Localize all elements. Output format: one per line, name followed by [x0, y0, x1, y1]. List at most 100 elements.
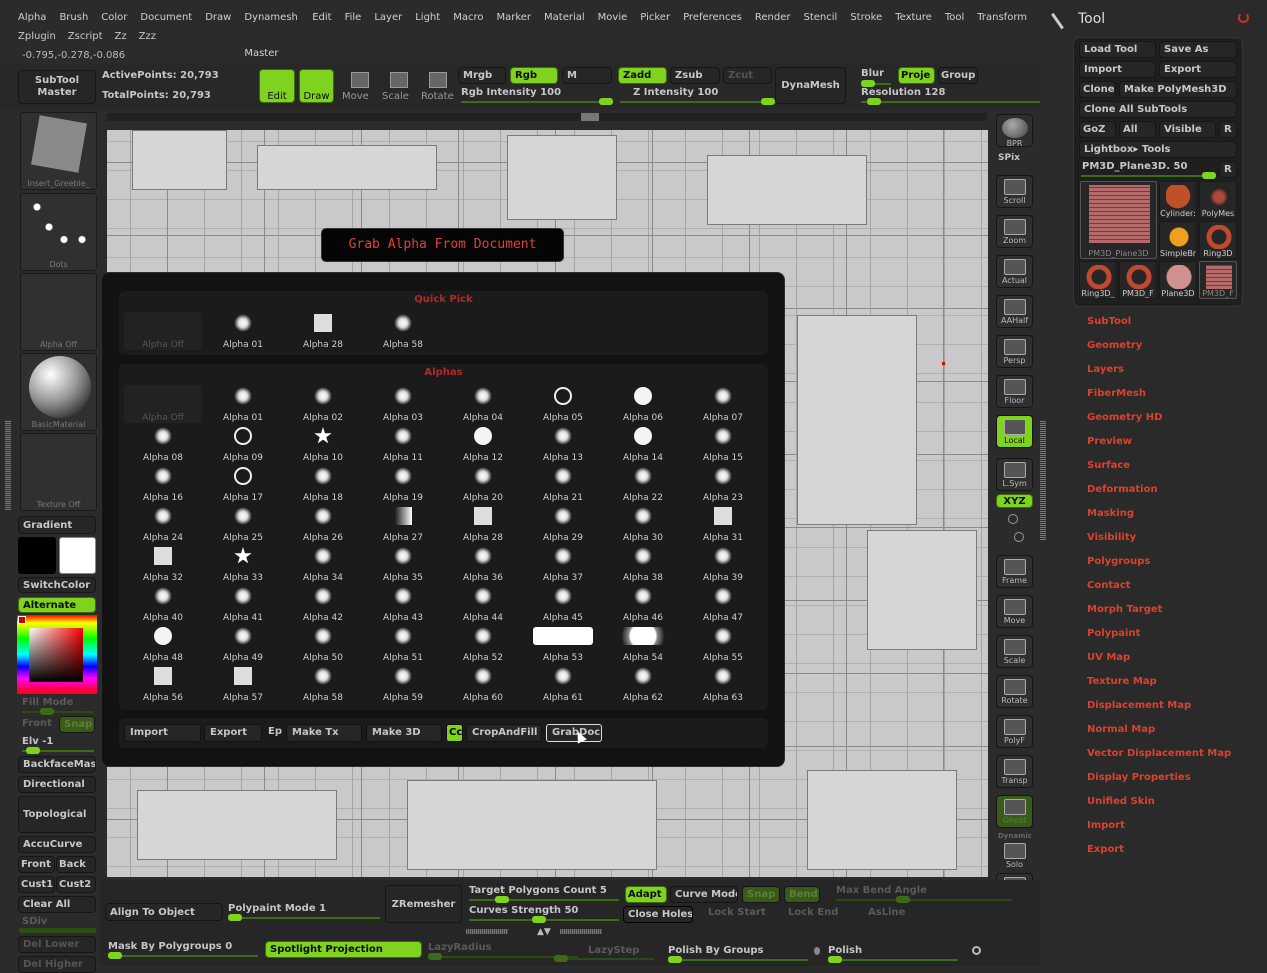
- color-picker[interactable]: [17, 615, 97, 694]
- quick-pick-alpha-28[interactable]: Alpha 28: [284, 312, 362, 350]
- zcut-button[interactable]: Zcut: [723, 67, 772, 84]
- zremesher-button[interactable]: ZRemesher: [385, 885, 462, 923]
- alpha-alpha-34[interactable]: Alpha 34: [284, 545, 362, 583]
- lock-start-button[interactable]: Lock Start: [708, 907, 766, 918]
- tool-section-layers[interactable]: Layers: [1087, 364, 1124, 375]
- shelf-resize-handle-right[interactable]: [560, 929, 602, 934]
- tool-thumbnail[interactable]: Ring3D: [1199, 221, 1237, 259]
- tool-section-preview[interactable]: Preview: [1087, 436, 1132, 447]
- close-holes-button[interactable]: Close Holes: [623, 906, 693, 923]
- color-saturation-square[interactable]: [29, 628, 83, 682]
- directional-button[interactable]: Directional: [18, 776, 96, 793]
- lazy-step-slider[interactable]: [554, 955, 654, 962]
- tool-section-geometry-hd[interactable]: Geometry HD: [1087, 412, 1162, 423]
- tool-section-vector-displacement-map[interactable]: Vector Displacement Map: [1087, 748, 1231, 759]
- alpha-alpha-32[interactable]: Alpha 32: [124, 545, 202, 583]
- curve-mode-button[interactable]: Curve Mode: [670, 886, 738, 903]
- goz-visible-button[interactable]: Visible: [1159, 121, 1216, 138]
- tool-thumbnail[interactable]: SimpleBr: [1159, 221, 1197, 259]
- tool-section-surface[interactable]: Surface: [1087, 460, 1130, 471]
- cust2-button[interactable]: Cust2: [56, 876, 96, 893]
- tool-r-button[interactable]: R: [1219, 161, 1237, 178]
- alpha-alpha-05[interactable]: Alpha 05: [524, 385, 602, 423]
- alpha-alpha-03[interactable]: Alpha 03: [364, 385, 442, 423]
- secondary-color-swatch[interactable]: [59, 537, 96, 574]
- menu-tool[interactable]: Tool: [945, 0, 964, 30]
- menu-texture[interactable]: Texture: [895, 0, 932, 30]
- alpha-alpha-23[interactable]: Alpha 23: [684, 465, 762, 503]
- alpha-alpha-25[interactable]: Alpha 25: [204, 505, 282, 543]
- bend-button[interactable]: Bend: [784, 886, 820, 903]
- scroll-button[interactable]: Scroll: [996, 175, 1033, 208]
- switch-color-button[interactable]: SwitchColor: [18, 577, 96, 593]
- clear-all-button[interactable]: Clear All: [18, 896, 96, 913]
- transp-button[interactable]: Transp: [996, 755, 1033, 788]
- actual-button[interactable]: Actual: [996, 255, 1033, 288]
- alpha-alpha-56[interactable]: Alpha 56: [124, 665, 202, 703]
- polish-by-groups-slider[interactable]: [668, 956, 808, 963]
- alpha-alpha-09[interactable]: Alpha 09: [204, 425, 282, 463]
- tool-thumbnail[interactable]: Plane3D: [1159, 261, 1197, 299]
- alpha-alpha-28[interactable]: Alpha 28: [444, 505, 522, 543]
- alpha-alpha-53[interactable]: Alpha 53: [524, 625, 602, 663]
- menu-zzz[interactable]: Zzz: [139, 31, 156, 42]
- alpha-alpha-40[interactable]: Alpha 40: [124, 585, 202, 623]
- alpha-alpha-02[interactable]: Alpha 02: [284, 385, 362, 423]
- tool-thumbnail[interactable]: Cylinder:: [1159, 181, 1197, 219]
- alpha-alpha-17[interactable]: Alpha 17: [204, 465, 282, 503]
- alpha-alpha-42[interactable]: Alpha 42: [284, 585, 362, 623]
- snap-curve-button[interactable]: Snap: [742, 886, 780, 903]
- clone-button[interactable]: Clone: [1079, 81, 1116, 98]
- alpha-alpha-51[interactable]: Alpha 51: [364, 625, 442, 663]
- rotate-button[interactable]: Rotate: [996, 675, 1033, 708]
- alpha-alpha-01[interactable]: Alpha 01: [204, 385, 282, 423]
- alpha-alpha-26[interactable]: Alpha 26: [284, 505, 362, 543]
- alpha-alpha-35[interactable]: Alpha 35: [364, 545, 442, 583]
- menu-alpha[interactable]: Alpha: [18, 0, 46, 30]
- scale-button[interactable]: Scale: [382, 91, 409, 102]
- persp-button[interactable]: Persp: [996, 335, 1033, 368]
- front-view-button[interactable]: Front: [18, 856, 55, 873]
- elevation-slider[interactable]: [22, 747, 94, 754]
- tool-section-import[interactable]: Import: [1087, 820, 1125, 831]
- goz-r-button[interactable]: R: [1219, 121, 1237, 138]
- bpr-button[interactable]: BPR: [996, 114, 1033, 148]
- goz-button[interactable]: GoZ: [1079, 121, 1116, 138]
- quick-pick-alpha-58[interactable]: Alpha 58: [364, 312, 442, 350]
- polyf-button[interactable]: PolyF: [996, 715, 1033, 748]
- tool-section-geometry[interactable]: Geometry: [1087, 340, 1142, 351]
- spotlight-projection-button[interactable]: Spotlight Projection: [265, 941, 422, 958]
- import-tool-button[interactable]: Import: [1079, 61, 1156, 78]
- zoom-button[interactable]: Zoom: [996, 215, 1033, 248]
- alpha-alpha-29[interactable]: Alpha 29: [524, 505, 602, 543]
- menu-movie[interactable]: Movie: [598, 0, 628, 30]
- brush-thumbnail[interactable]: Insert_Greeble_: [20, 112, 97, 190]
- back-view-button[interactable]: Back: [56, 856, 96, 873]
- topological-button[interactable]: Topological: [18, 796, 96, 833]
- ghost-button[interactable]: Ghost: [996, 795, 1033, 828]
- alpha-alpha-38[interactable]: Alpha 38: [604, 545, 682, 583]
- cust1-button[interactable]: Cust1: [18, 876, 55, 893]
- move-button[interactable]: Move: [996, 595, 1033, 628]
- alpha-alpha-57[interactable]: Alpha 57: [204, 665, 282, 703]
- fill-mode-slider[interactable]: [22, 708, 94, 715]
- menu-stencil[interactable]: Stencil: [804, 0, 838, 30]
- align-to-object-button[interactable]: Align To Object: [105, 903, 223, 921]
- save-as-button[interactable]: Save As: [1159, 41, 1237, 58]
- alpha-alpha-15[interactable]: Alpha 15: [684, 425, 762, 463]
- alpha-alpha-13[interactable]: Alpha 13: [524, 425, 602, 463]
- alpha-alpha-61[interactable]: Alpha 61: [524, 665, 602, 703]
- alpha-alpha-14[interactable]: Alpha 14: [604, 425, 682, 463]
- alpha-alpha-30[interactable]: Alpha 30: [604, 505, 682, 543]
- menu-light[interactable]: Light: [415, 0, 440, 30]
- rotate-y-axis-icon[interactable]: [1008, 514, 1018, 524]
- dynamesh-button[interactable]: DynaMesh: [775, 67, 846, 104]
- scale-button[interactable]: Scale: [996, 635, 1033, 668]
- alpha-alpha-52[interactable]: Alpha 52: [444, 625, 522, 663]
- snap-button[interactable]: Snap: [59, 716, 95, 733]
- tool-thumbnail[interactable]: PM3D_Plane3D: [1080, 181, 1157, 259]
- menu-preferences[interactable]: Preferences: [683, 0, 742, 30]
- ep-label[interactable]: Ep: [268, 726, 282, 737]
- alpha-alpha-39[interactable]: Alpha 39: [684, 545, 762, 583]
- menu-render[interactable]: Render: [755, 0, 791, 30]
